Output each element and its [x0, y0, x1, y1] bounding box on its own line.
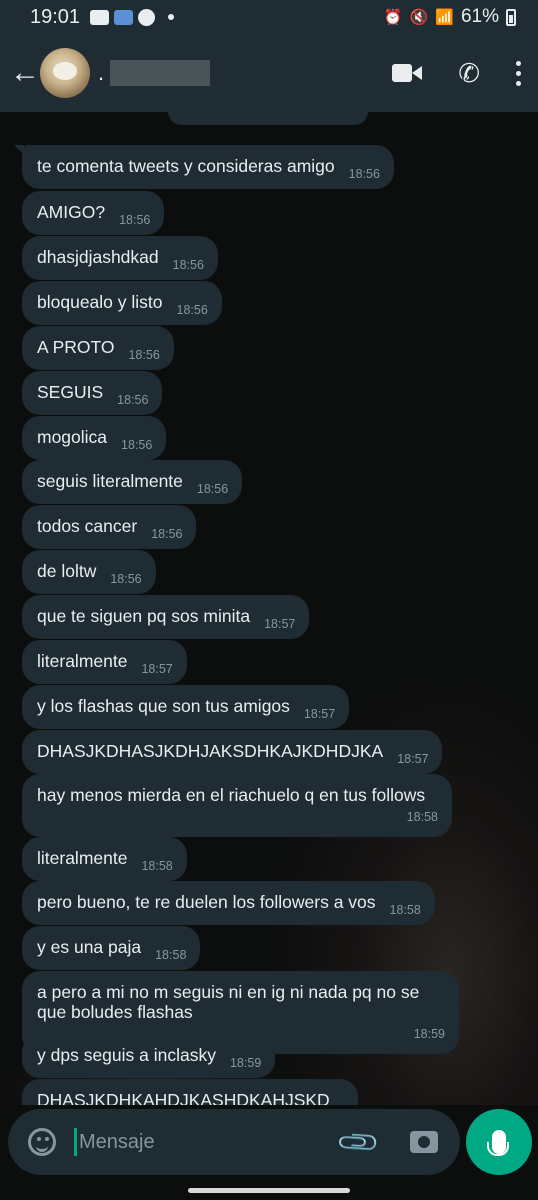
alarm-icon: ⏰	[383, 9, 403, 26]
redacted-name-block	[110, 60, 211, 86]
mute-icon: 🔇	[409, 9, 429, 26]
message-bubble[interactable]: te comenta tweets y consideras amigo 18:5…	[14, 145, 394, 189]
message-bubble[interactable]: seguis literalmente 18:56	[22, 460, 243, 504]
message-bubble[interactable]: y los flashas que son tus amigos 18:57	[22, 685, 350, 729]
message-time: 18:57	[141, 662, 173, 676]
battery-percent: 61%	[460, 6, 499, 27]
back-arrow-icon[interactable]: ←	[10, 56, 40, 90]
youtube-icon	[90, 9, 110, 25]
message-time: 18:56	[119, 213, 151, 227]
message-time: 18:56	[128, 348, 160, 362]
message-input[interactable]	[79, 1130, 329, 1154]
camera-icon[interactable]	[410, 1131, 438, 1153]
message-text: AMIGO?	[37, 202, 106, 222]
status-bar: 19:01 ⏰ 🔇 📶 61%	[0, 0, 538, 34]
message-text: literalmente	[37, 651, 128, 671]
voice-message-button[interactable]	[466, 1109, 532, 1175]
message-time: 18:56	[151, 527, 183, 541]
message-bubble[interactable]: SEGUIS 18:56	[22, 371, 163, 415]
message-time: 18:56	[110, 572, 142, 586]
text-cursor	[74, 1128, 77, 1156]
input-bar: 📎	[0, 1105, 538, 1200]
message-text: todos cancer	[37, 516, 138, 536]
wifi-icon: 📶	[435, 9, 454, 26]
message-bubble[interactable]: dhasjdjashdkad 18:56	[22, 236, 218, 280]
battery-icon	[506, 8, 516, 26]
message-time: 18:58	[389, 903, 421, 917]
message-time: 18:56	[172, 258, 204, 272]
game-icon	[138, 8, 156, 26]
message-time: 18:56	[176, 303, 208, 317]
contact-avatar[interactable]	[40, 48, 90, 98]
video-call-icon[interactable]	[392, 63, 423, 83]
message-text: a pero a mi no m seguis ni en ig ni nada…	[37, 982, 420, 1022]
message-composer[interactable]: 📎	[8, 1109, 460, 1175]
message-time: 18:57	[397, 752, 429, 766]
message-text: SEGUIS	[37, 382, 104, 402]
message-time: 18:57	[303, 707, 336, 721]
voice-call-icon[interactable]: ✆	[458, 58, 480, 89]
message-time: 18:56	[121, 438, 153, 452]
emoji-icon[interactable]	[28, 1128, 56, 1156]
chat-header: ← . ✆	[0, 34, 538, 112]
whatsapp-chat-screen: 19:01 ⏰ 🔇 📶 61% ← . ✆ te comenta tweets …	[0, 0, 538, 1200]
message-bubble[interactable]: DHASJKDHASJKDHJAKSDHKAJKDHDJKA 18:57	[22, 730, 443, 774]
microphone-icon	[487, 1130, 509, 1156]
message-time: 18:59	[229, 1056, 262, 1070]
message-text: pero bueno, te re duelen los followers a…	[37, 892, 376, 912]
message-time: 18:56	[348, 167, 380, 181]
status-time: 19:01	[30, 5, 81, 28]
message-time: 18:58	[155, 948, 187, 962]
message-text: y es una paja	[37, 937, 142, 957]
message-text: A PROTO	[37, 337, 115, 357]
message-text: bloquealo y listo	[37, 292, 163, 312]
message-bubble[interactable]: literalmente 18:57	[22, 640, 187, 684]
status-right-icons: ⏰ 🔇 📶 61%	[384, 6, 516, 28]
message-text: y dps seguis a inclasky	[37, 1045, 216, 1065]
message-time: 18:56	[117, 393, 149, 407]
date-pill	[168, 112, 368, 125]
message-bubble[interactable]: todos cancer 18:56	[22, 505, 197, 549]
header-actions: ✆	[392, 58, 522, 89]
paperclip-icon[interactable]: 📎	[335, 1118, 383, 1166]
message-bubble[interactable]: literalmente 18:58	[22, 837, 187, 881]
message-time: 18:58	[141, 859, 173, 873]
message-bubble[interactable]: bloquealo y listo 18:56	[22, 281, 222, 325]
message-bubble[interactable]: mogolica 18:56	[22, 416, 167, 460]
message-text: de loltw	[37, 561, 97, 581]
message-text: DHASJKDHKAHDJKASHDKAHJSKD	[37, 1090, 330, 1105]
message-bubble[interactable]: y es una paja 18:58	[22, 926, 201, 970]
message-text: dhasjdjashdkad	[37, 247, 159, 267]
message-bubble[interactable]: A PROTO 18:56	[22, 326, 174, 370]
message-time: 18:58	[406, 810, 438, 824]
message-bubble[interactable]: pero bueno, te re duelen los followers a…	[22, 881, 435, 925]
message-bubble[interactable]: y dps seguis a inclasky 18:59	[22, 1034, 276, 1078]
message-text: te comenta tweets y consideras amigo	[37, 156, 335, 176]
message-text: hay menos mierda en el riachuelo q en tu…	[37, 785, 426, 805]
contact-name[interactable]: .	[98, 60, 104, 86]
message-bubble[interactable]: que te siguen pq sos minita 18:57	[22, 595, 310, 639]
more-notifications-dot-icon	[168, 14, 175, 20]
message-text: que te siguen pq sos minita	[37, 606, 251, 626]
news-icon	[114, 9, 134, 25]
home-indicator[interactable]	[188, 1188, 350, 1193]
message-bubble[interactable]: AMIGO? 18:56	[22, 191, 165, 235]
message-text: DHASJKDHASJKDHJAKSDHKAJKDHDJKA	[37, 741, 384, 761]
notification-icons	[90, 8, 175, 26]
message-text: literalmente	[37, 848, 128, 868]
message-text: seguis literalmente	[37, 471, 183, 491]
message-time: 18:57	[264, 617, 296, 631]
message-time: 18:56	[196, 482, 229, 496]
message-list[interactable]: te comenta tweets y consideras amigo 18:5…	[0, 112, 538, 1105]
message-bubble[interactable]: de loltw 18:56	[22, 550, 156, 594]
more-options-icon[interactable]	[516, 60, 522, 86]
message-text: mogolica	[37, 427, 108, 447]
message-text: y los flashas que son tus amigos	[37, 696, 290, 716]
message-bubble[interactable]: hay menos mierda en el riachuelo q en tu…	[22, 774, 452, 837]
message-bubble[interactable]: DHASJKDHKAHDJKASHDKAHJSKD	[22, 1079, 358, 1105]
